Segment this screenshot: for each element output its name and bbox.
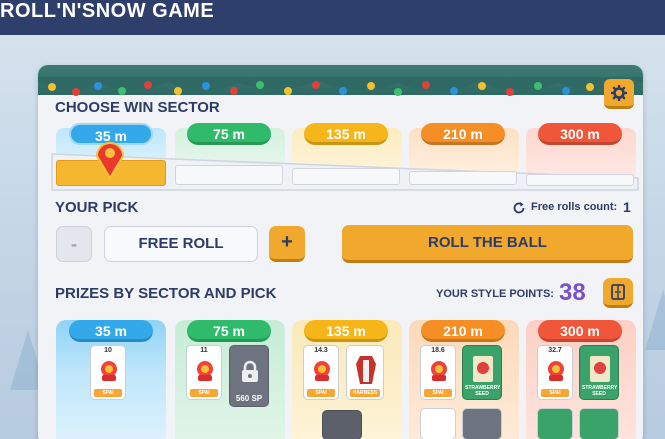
seed-pack-icon (473, 356, 493, 382)
lock-icon (242, 360, 258, 382)
prizes-title: PRIZES BY SECTOR AND PICK (55, 285, 277, 302)
wardrobe-button[interactable] (603, 278, 633, 308)
track-segment-75[interactable] (175, 165, 283, 185)
prize-card-partial[interactable] (420, 408, 456, 439)
increase-button[interactable]: + (269, 226, 305, 262)
card-level: 14.3 (314, 347, 328, 354)
prize-card-spai[interactable]: 32.7 SPAI (537, 345, 573, 400)
location-pin-icon (95, 142, 125, 180)
decrease-button[interactable]: - (56, 226, 92, 262)
card-price: 560 SP (235, 394, 263, 403)
spai-character-icon (197, 361, 213, 381)
card-tag: HARNESS (350, 389, 380, 397)
app-title: ROLL'N'SNOW GAME (0, 0, 215, 22)
card-tag: SPAI (190, 389, 218, 397)
prize-card-partial[interactable] (462, 408, 502, 439)
card-tag: STRAWBERRY SEED (582, 385, 618, 397)
free-rolls-count: 1 (623, 199, 631, 215)
prize-card-spai[interactable]: 14.3 SPAI (303, 345, 339, 400)
garland-lights (38, 77, 643, 96)
style-points-label: YOUR STYLE POINTS: (436, 288, 554, 300)
prize-card-harness[interactable]: HARNESS (346, 345, 384, 400)
card-level: 10 (104, 347, 112, 354)
pick-value-field[interactable]: FREE ROLL (104, 226, 258, 262)
settings-button[interactable] (604, 79, 634, 109)
free-rolls-label: Free rolls count: (531, 201, 618, 213)
spai-character-icon (101, 361, 117, 381)
prize-card-seed[interactable]: STRAWBERRY SEED (462, 345, 502, 400)
card-tag: SPAI (307, 389, 335, 397)
seed-pack-icon (590, 356, 610, 382)
spai-character-icon (314, 361, 330, 381)
prize-card-spai[interactable]: 11 SPAI (186, 345, 222, 400)
prize-card-spai[interactable]: 10 SPAI (90, 345, 126, 400)
background-tree (645, 290, 665, 350)
prize-pill-135: 135 m (304, 320, 388, 342)
choose-sector-title: CHOOSE WIN SECTOR (55, 99, 220, 116)
roll-the-ball-button[interactable]: ROLL THE BALL (342, 225, 633, 263)
spai-character-icon (548, 361, 564, 381)
harness-icon (356, 356, 376, 384)
prize-card-spai[interactable]: 18.6 SPAI (420, 345, 456, 400)
card-tag: SPAI (424, 389, 452, 397)
prize-card-seed[interactable]: STRAWBERRY SEED (579, 345, 619, 400)
style-points-value: 38 (559, 279, 586, 306)
track-segment-135[interactable] (292, 168, 400, 185)
prize-pill-210: 210 m (421, 320, 505, 342)
card-tag: SPAI (94, 389, 122, 397)
card-tag: STRAWBERRY SEED (465, 385, 501, 397)
card-tag: SPAI (541, 389, 569, 397)
card-level: 32.7 (548, 347, 562, 354)
track-segment-300[interactable] (526, 174, 634, 186)
prize-card-partial[interactable] (579, 408, 619, 439)
your-pick-title: YOUR PICK (55, 199, 139, 216)
prize-pill-300: 300 m (538, 320, 622, 342)
prize-card-partial[interactable] (537, 408, 573, 439)
card-level: 11 (200, 347, 208, 354)
spai-character-icon (431, 361, 447, 381)
refresh-icon (513, 202, 525, 214)
track-segment-210[interactable] (409, 171, 517, 185)
wardrobe-icon (611, 284, 625, 300)
gear-icon (611, 84, 627, 101)
top-bar: ROLL'N'SNOW GAME (0, 0, 665, 35)
prize-card-partial[interactable] (322, 410, 362, 439)
prize-card-locked[interactable]: 560 SP (229, 345, 269, 407)
prize-pill-75: 75 m (187, 320, 271, 342)
card-level: 18.6 (431, 347, 445, 354)
prize-pill-35: 35 m (69, 320, 153, 342)
